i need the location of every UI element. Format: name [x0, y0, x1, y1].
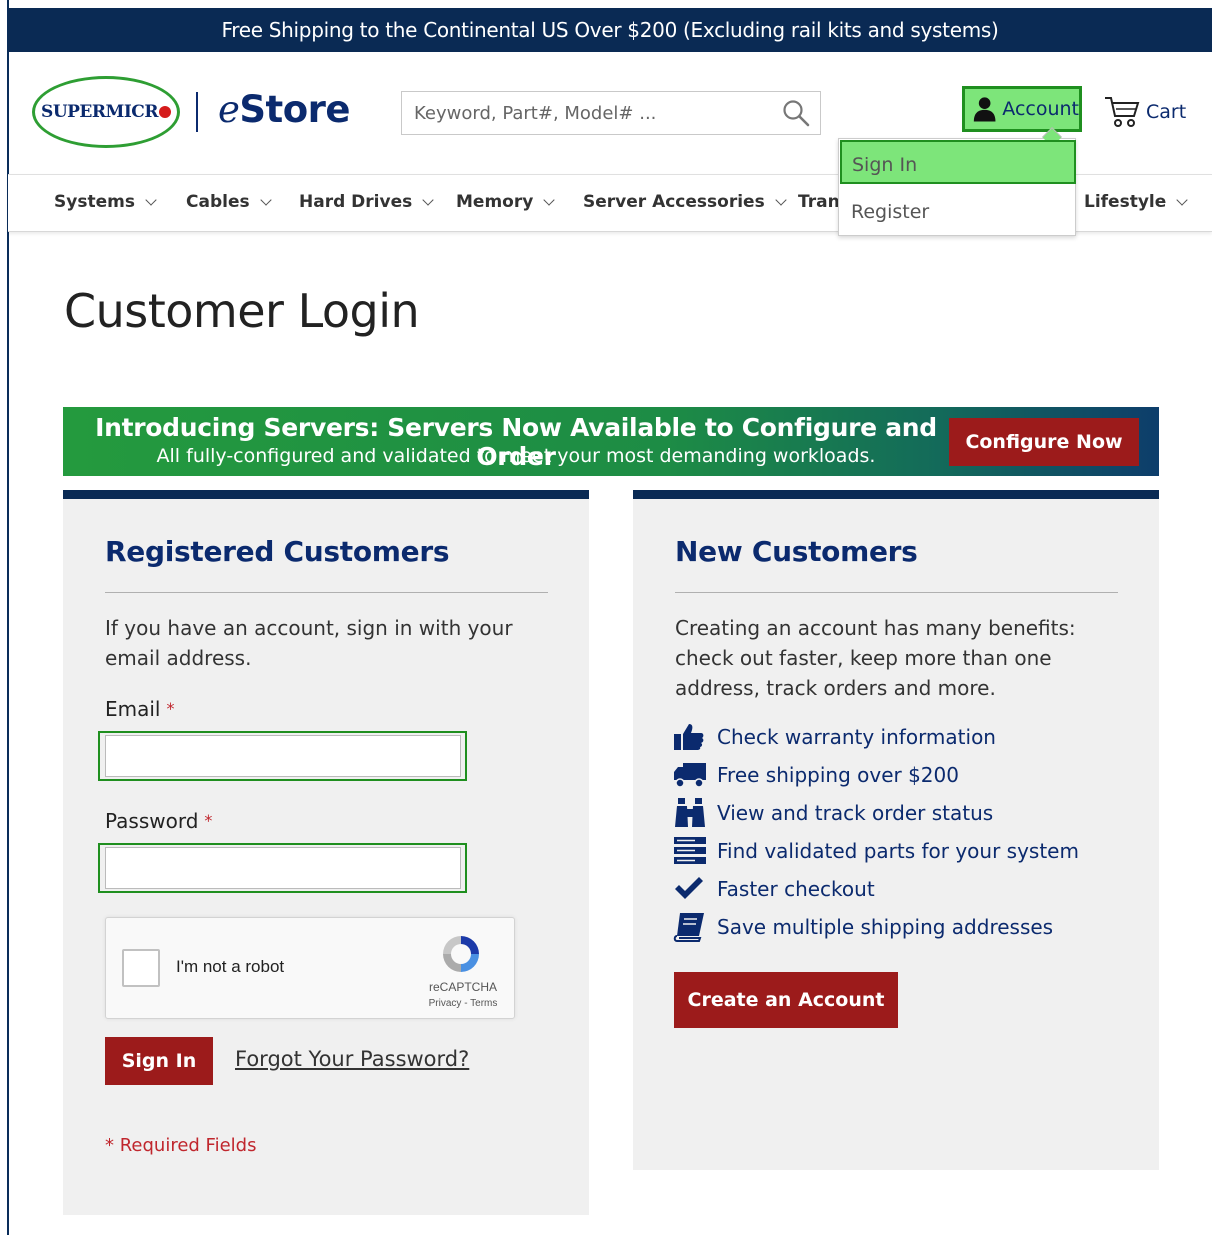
nav-item-lifestyle[interactable]: Lifestyle — [1084, 192, 1188, 212]
configure-now-button[interactable]: Configure Now — [949, 418, 1139, 466]
required-asterisk: * — [204, 811, 213, 830]
email-label-text: Email — [105, 697, 161, 721]
registered-customers-title: Registered Customers — [105, 535, 450, 568]
user-icon — [973, 97, 996, 122]
benefit-item: View and track order status — [673, 797, 993, 829]
recaptcha-widget: I'm not a robot reCAPTCHA Privacy - Term… — [105, 917, 515, 1019]
page-title: Customer Login — [64, 284, 420, 338]
cart-label: Cart — [1146, 101, 1187, 123]
nav-item-cables[interactable]: Cables — [186, 192, 272, 212]
benefit-item: Save multiple shipping addresses — [673, 911, 1053, 943]
truck-icon — [673, 759, 709, 791]
banner-subtitle: All fully-configured and validated to me… — [156, 445, 876, 467]
nav-item-server-accessories[interactable]: Server Accessories — [583, 192, 787, 212]
dropdown-sign-in[interactable]: Sign In — [840, 140, 1076, 184]
estore-logo[interactable]: eStore — [218, 88, 351, 131]
chevron-down-icon — [422, 194, 434, 206]
supermicro-logo[interactable]: SUPERMICR — [32, 76, 180, 148]
thumbs-up-icon — [673, 721, 709, 753]
nav-label: Hard Drives — [299, 192, 413, 212]
password-field-highlight — [98, 843, 467, 893]
logo-dot-icon — [158, 106, 171, 118]
email-field-highlight — [98, 731, 467, 781]
email-label: Email * — [105, 697, 175, 721]
recaptcha-links[interactable]: Privacy - Terms — [418, 998, 508, 1009]
nav-item-memory[interactable]: Memory — [456, 192, 555, 212]
new-customers-panel: New Customers Creating an account has ma… — [633, 490, 1159, 1170]
registered-intro: If you have an account, sign in with you… — [105, 616, 513, 670]
cart-link[interactable]: Cart — [1104, 96, 1186, 128]
chevron-down-icon — [259, 194, 272, 206]
create-account-button[interactable]: Create an Account — [674, 972, 898, 1028]
shipping-promo-text: Free Shipping to the Continental US Over… — [221, 18, 999, 42]
search-input[interactable] — [402, 92, 762, 134]
chevron-down-icon — [145, 194, 157, 206]
nav-label: Cables — [186, 192, 250, 212]
nav-label: Memory — [456, 192, 534, 212]
servers-promo-banner[interactable]: Introducing Servers: Servers Now Availab… — [63, 407, 1159, 476]
new-customers-intro: Creating an account has many benefits: c… — [675, 616, 1076, 700]
nav-label: Lifestyle — [1084, 192, 1167, 212]
binoculars-icon — [673, 797, 709, 829]
book-icon — [673, 911, 709, 943]
server-icon — [673, 835, 709, 867]
chevron-down-icon — [1176, 194, 1188, 206]
nav-item-systems[interactable]: Systems — [54, 192, 157, 212]
benefit-text: Save multiple shipping addresses — [717, 915, 1054, 939]
dropdown-register[interactable]: Register — [851, 201, 929, 223]
divider — [675, 592, 1118, 593]
recaptcha-icon — [443, 936, 479, 972]
recaptcha-brand: reCAPTCHA — [428, 980, 497, 994]
search-icon[interactable] — [782, 99, 810, 127]
password-label: Password * — [105, 809, 212, 833]
required-fields-note: * Required Fields — [105, 1135, 257, 1156]
benefit-item: Check warranty information — [673, 721, 996, 753]
logo-divider — [196, 92, 198, 132]
benefit-item: Find validated parts for your system — [673, 835, 1079, 867]
nav-item-hard-drives[interactable]: Hard Drives — [299, 192, 434, 212]
benefit-item: Free shipping over $200 — [673, 759, 959, 791]
benefit-text: Faster checkout — [717, 877, 875, 901]
nav-label: Server Accessories — [583, 192, 765, 212]
registered-customers-panel: Registered Customers If you have an acco… — [63, 490, 589, 1215]
password-label-text: Password — [105, 809, 199, 833]
divider — [105, 592, 548, 593]
sign-in-button[interactable]: Sign In — [105, 1037, 213, 1085]
required-asterisk: * — [166, 699, 175, 718]
account-button[interactable]: Account — [962, 86, 1082, 132]
benefit-text: View and track order status — [717, 801, 994, 825]
checkmark-icon — [673, 873, 709, 905]
shipping-promo-bar: Free Shipping to the Continental US Over… — [8, 8, 1212, 52]
password-field[interactable] — [105, 847, 461, 889]
recaptcha-label: I'm not a robot — [176, 957, 285, 976]
account-dropdown: Sign In Register — [838, 127, 1076, 236]
new-customers-title: New Customers — [675, 535, 918, 568]
benefit-item: Faster checkout — [673, 873, 875, 905]
chevron-down-icon — [775, 194, 787, 206]
chevron-down-icon — [543, 194, 555, 206]
recaptcha-checkbox[interactable] — [122, 949, 160, 987]
account-label: Account — [1002, 98, 1079, 120]
nav-label: Systems — [54, 192, 135, 212]
cart-icon — [1105, 97, 1140, 127]
benefit-text: Free shipping over $200 — [717, 763, 959, 787]
estore-name: Store — [239, 88, 351, 131]
search-box — [401, 91, 821, 135]
benefit-text: Find validated parts for your system — [717, 839, 1079, 863]
forgot-password-link[interactable]: Forgot Your Password? — [235, 1047, 469, 1071]
email-field[interactable] — [105, 735, 461, 777]
benefit-text: Check warranty information — [717, 725, 996, 749]
logo-text: SUPERMICR — [41, 102, 158, 122]
estore-e: e — [218, 88, 240, 131]
